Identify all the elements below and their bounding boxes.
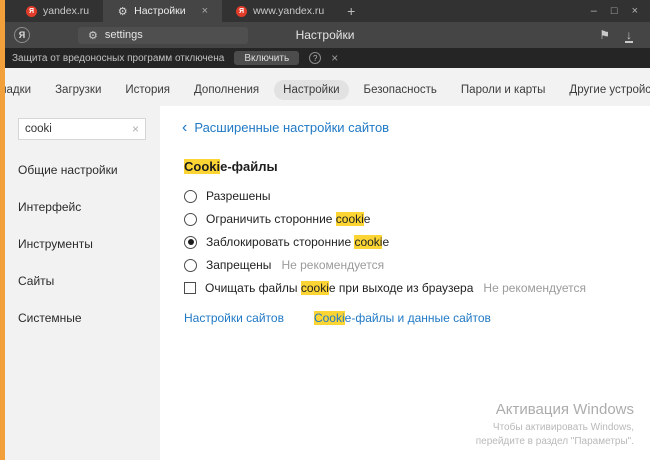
left-orange-stripe: [0, 0, 5, 460]
watermark-line: Чтобы активировать Windows,: [476, 421, 634, 435]
tab-close-icon[interactable]: ×: [202, 5, 208, 17]
nav-item-bookmarks[interactable]: Закладки: [0, 80, 40, 100]
option-clear-on-exit[interactable]: Очищать файлы cookie при выходе из брауз…: [184, 281, 630, 295]
option-label: Запрещены: [206, 258, 271, 272]
address-text: settings: [105, 29, 143, 41]
watermark-title: Активация Windows: [476, 401, 634, 418]
yandex-menu-button[interactable]: Я: [14, 27, 30, 43]
nav-item-history[interactable]: История: [116, 80, 179, 100]
window-close-button[interactable]: ×: [632, 5, 638, 17]
settings-page: Закладки Загрузки История Дополнения Нас…: [0, 68, 650, 460]
help-icon[interactable]: ?: [309, 52, 321, 64]
nav-item-downloads[interactable]: Загрузки: [46, 80, 110, 100]
section-title: Cookie-файлы: [184, 159, 630, 174]
option-forbidden[interactable]: Запрещены Не рекомендуется: [184, 258, 630, 272]
settings-sidebar: × Общие настройки Интерфейс Инструменты …: [0, 106, 160, 460]
settings-nav: Закладки Загрузки История Дополнения Нас…: [0, 68, 650, 100]
protection-notification-bar: Защита от вредоносных программ отключена…: [0, 48, 650, 68]
nav-item-security[interactable]: Безопасность: [355, 80, 446, 100]
enable-protection-button[interactable]: Включить: [234, 51, 299, 65]
toolbar-right-group: ⚑ ↓: [599, 28, 640, 42]
related-links: Настройки сайтов Cookie-файлы и данные с…: [184, 311, 630, 325]
nav-item-other-devices[interactable]: Другие устройства: [560, 80, 650, 100]
tab-www-yandex-ru[interactable]: Я www.yandex.ru: [222, 0, 338, 22]
windows-activation-watermark: Активация Windows Чтобы активировать Win…: [476, 401, 634, 448]
cookie-section: Cookie-файлы Разрешены Ограничить сторон…: [184, 159, 630, 325]
nav-item-settings[interactable]: Настройки: [274, 80, 348, 100]
radio-button[interactable]: [184, 213, 197, 226]
notification-close-icon[interactable]: ×: [331, 51, 338, 65]
settings-main-panel: ‹ Расширенные настройки сайтов Cookie-фа…: [160, 106, 650, 460]
cookie-data-link[interactable]: Cookie-файлы и данные сайтов: [314, 311, 491, 325]
sidebar-search-input[interactable]: [25, 123, 132, 135]
tab-bar: Я yandex.ru ⚙ Настройки × Я www.yandex.r…: [0, 0, 650, 22]
sidebar-search-box: ×: [18, 118, 146, 140]
option-label: Заблокировать сторонние cookie: [206, 235, 389, 249]
sidebar-item-system[interactable]: Системные: [18, 311, 160, 325]
back-link-label: Расширенные настройки сайтов: [194, 120, 389, 135]
search-clear-icon[interactable]: ×: [132, 122, 139, 136]
address-bar[interactable]: ⚙ settings: [78, 27, 248, 44]
tab-yandex-ru[interactable]: Я yandex.ru: [12, 0, 103, 22]
option-label: Очищать файлы cookie при выходе из брауз…: [205, 281, 473, 295]
tab-label: yandex.ru: [43, 5, 89, 17]
back-chevron-icon: ‹: [182, 122, 187, 134]
checkbox[interactable]: [184, 282, 196, 294]
radio-button[interactable]: [184, 190, 197, 203]
site-settings-link[interactable]: Настройки сайтов: [184, 311, 284, 325]
tab-label: Настройки: [134, 5, 186, 17]
tab-settings[interactable]: ⚙ Настройки ×: [103, 0, 222, 22]
bookmark-flag-icon[interactable]: ⚑: [599, 28, 610, 42]
section-title-rest: e-файлы: [220, 159, 278, 174]
back-link[interactable]: ‹ Расширенные настройки сайтов: [182, 120, 630, 135]
option-label: Разрешены: [206, 189, 271, 203]
browser-window: Я yandex.ru ⚙ Настройки × Я www.yandex.r…: [0, 0, 650, 460]
option-block-third-party[interactable]: Заблокировать сторонние cookie: [184, 235, 630, 249]
section-title-highlight: Cooki: [184, 159, 220, 174]
option-label: Ограничить сторонние cookie: [206, 212, 370, 226]
gear-icon: ⚙: [117, 6, 128, 17]
window-controls: – □ ×: [591, 0, 650, 22]
tab-label: www.yandex.ru: [253, 5, 324, 17]
sidebar-item-interface[interactable]: Интерфейс: [18, 200, 160, 214]
settings-body: × Общие настройки Интерфейс Инструменты …: [0, 106, 650, 460]
radio-button-checked[interactable]: [184, 236, 197, 249]
option-note: Не рекомендуется: [483, 281, 586, 295]
nav-item-passwords[interactable]: Пароли и карты: [452, 80, 555, 100]
sidebar-item-tools[interactable]: Инструменты: [18, 237, 160, 251]
download-icon[interactable]: ↓: [626, 30, 632, 40]
minimize-button[interactable]: –: [591, 5, 597, 17]
option-allowed[interactable]: Разрешены: [184, 189, 630, 203]
sidebar-item-sites[interactable]: Сайты: [18, 274, 160, 288]
option-limit-third-party[interactable]: Ограничить сторонние cookie: [184, 212, 630, 226]
gear-icon: ⚙: [88, 29, 98, 42]
notification-message: Защита от вредоносных программ отключена: [12, 53, 224, 64]
restore-button[interactable]: □: [611, 5, 618, 17]
watermark-line: перейдите в раздел "Параметры".: [476, 435, 634, 449]
option-note: Не рекомендуется: [281, 258, 384, 272]
nav-item-addons[interactable]: Дополнения: [185, 80, 268, 100]
browser-toolbar: Я ⚙ settings Настройки ⚑ ↓: [0, 22, 650, 48]
yandex-favicon-icon: Я: [26, 6, 37, 17]
sidebar-item-general[interactable]: Общие настройки: [18, 163, 160, 177]
radio-button[interactable]: [184, 259, 197, 272]
yandex-favicon-icon: Я: [236, 6, 247, 17]
new-tab-button[interactable]: +: [338, 0, 364, 22]
